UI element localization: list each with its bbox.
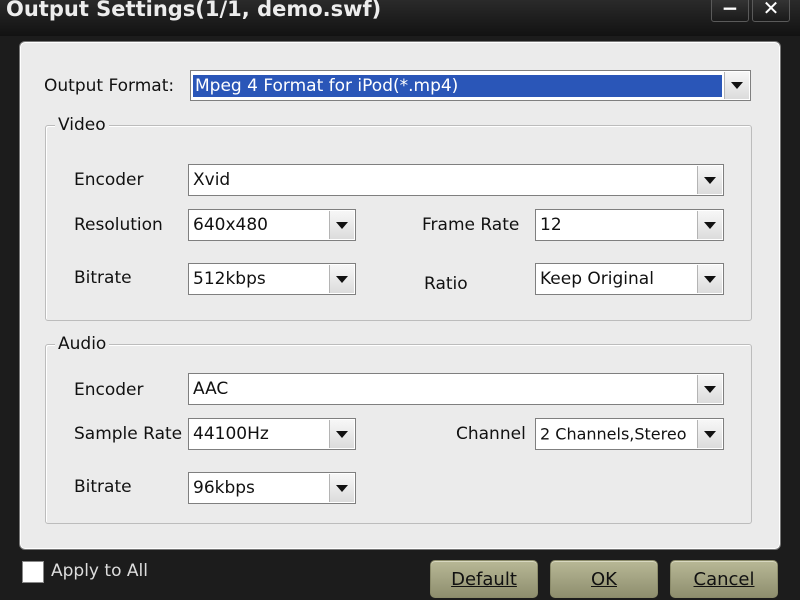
dropdown-arrow-icon[interactable] <box>329 211 354 239</box>
cancel-button[interactable]: Cancel <box>670 560 778 598</box>
frame-rate-value: 12 <box>540 215 562 235</box>
video-group-title: Video <box>55 115 109 135</box>
video-bitrate-label: Bitrate <box>74 268 132 288</box>
sample-rate-select[interactable]: 44100Hz <box>188 418 356 450</box>
title-bar[interactable]: Output Settings(1/1, demo.swf) − ✕ <box>0 0 800 36</box>
ratio-value: Keep Original <box>540 269 654 289</box>
sample-rate-value: 44100Hz <box>193 424 269 444</box>
dropdown-arrow-icon[interactable] <box>724 72 749 99</box>
audio-bitrate-value: 96kbps <box>193 478 255 498</box>
video-encoder-label: Encoder <box>74 170 144 190</box>
ok-button[interactable]: OK <box>550 560 658 598</box>
sample-rate-label: Sample Rate <box>74 424 183 444</box>
minimize-icon: − <box>721 0 739 20</box>
dropdown-arrow-icon[interactable] <box>329 474 354 502</box>
frame-rate-label: Frame Rate <box>422 215 520 235</box>
apply-to-all-label[interactable]: Apply to All <box>51 561 148 581</box>
audio-group-title: Audio <box>55 334 110 354</box>
audio-bitrate-label: Bitrate <box>74 477 132 497</box>
channel-select[interactable]: 2 Channels,Stereo <box>535 418 724 450</box>
minimize-button[interactable]: − <box>711 0 749 22</box>
resolution-value: 640x480 <box>193 215 268 235</box>
audio-encoder-label: Encoder <box>74 380 144 400</box>
default-button[interactable]: Default <box>430 560 538 598</box>
dropdown-arrow-icon[interactable] <box>697 166 722 194</box>
video-encoder-select[interactable]: Xvid <box>188 164 724 196</box>
video-encoder-value: Xvid <box>193 170 231 190</box>
video-bitrate-select[interactable]: 512kbps <box>188 263 356 295</box>
frame-rate-select[interactable]: 12 <box>535 209 724 241</box>
ok-button-label: OK <box>591 568 617 590</box>
audio-bitrate-select[interactable]: 96kbps <box>188 472 356 504</box>
audio-encoder-select[interactable]: AAC <box>188 373 724 405</box>
output-format-label: Output Format: <box>44 76 175 96</box>
output-format-select[interactable]: Mpeg 4 Format for iPod(*.mp4) <box>190 70 751 101</box>
video-bitrate-value: 512kbps <box>193 269 266 289</box>
ratio-select[interactable]: Keep Original <box>535 263 724 295</box>
resolution-label: Resolution <box>74 215 163 235</box>
cancel-button-label: Cancel <box>693 568 755 590</box>
channel-value: 2 Channels,Stereo <box>540 424 687 444</box>
dropdown-arrow-icon[interactable] <box>697 211 722 239</box>
dropdown-arrow-icon[interactable] <box>697 420 722 448</box>
resolution-select[interactable]: 640x480 <box>188 209 356 241</box>
close-icon: ✕ <box>762 0 780 20</box>
dropdown-arrow-icon[interactable] <box>697 265 722 293</box>
close-button[interactable]: ✕ <box>752 0 790 22</box>
output-format-value: Mpeg 4 Format for iPod(*.mp4) <box>193 74 722 97</box>
default-button-label: Default <box>451 568 517 590</box>
apply-to-all-checkbox[interactable] <box>22 561 44 583</box>
window-title: Output Settings(1/1, demo.swf) <box>6 0 382 21</box>
dropdown-arrow-icon[interactable] <box>697 375 722 403</box>
dropdown-arrow-icon[interactable] <box>329 420 354 448</box>
channel-label: Channel <box>456 424 526 444</box>
audio-encoder-value: AAC <box>193 379 229 399</box>
ratio-label: Ratio <box>424 274 468 294</box>
settings-panel: Output Format: Mpeg 4 Format for iPod(*.… <box>19 41 781 550</box>
dropdown-arrow-icon[interactable] <box>329 265 354 293</box>
